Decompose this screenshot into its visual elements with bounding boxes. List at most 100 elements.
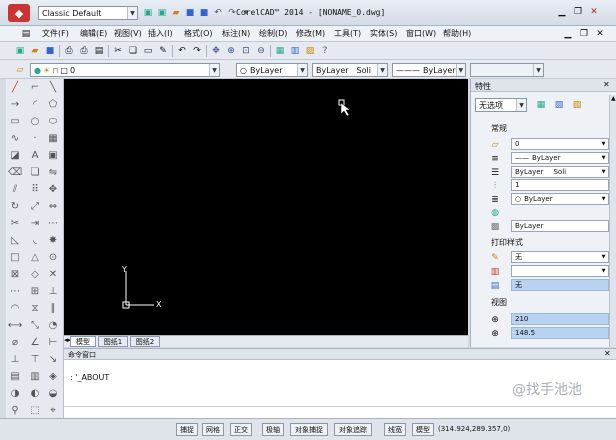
tb-design-center-icon[interactable]: ▥ [289, 45, 301, 57]
dim-linear-icon[interactable]: ⟷ [8, 319, 22, 333]
select-objects-icon[interactable]: ▧ [553, 99, 565, 111]
menu-insert[interactable]: 插入(I) [148, 28, 173, 39]
menu-file[interactable]: 文件(F) [42, 28, 69, 39]
draw-infinite-line-icon[interactable]: ╲ [46, 81, 60, 95]
status-osnap-button[interactable]: 对象捕捉 [290, 423, 328, 436]
status-model-button[interactable]: 模型 [412, 423, 434, 436]
tb-properties-icon[interactable]: ▦ [274, 45, 286, 57]
tab-layout1[interactable]: 图纸1 [98, 336, 128, 347]
status-polar-button[interactable]: 极轴 [262, 423, 284, 436]
tb-pan-icon[interactable]: ✥ [210, 45, 222, 57]
plotstyle-combo[interactable]: ▼ [470, 63, 544, 77]
snap-extension-icon[interactable]: ⋯ [8, 285, 22, 299]
status-grid-button[interactable]: 网格 [202, 423, 224, 436]
chevron-down-icon[interactable]: ▼ [599, 268, 608, 274]
prop-color[interactable]: —— ByLayer ▼ [511, 152, 609, 164]
render-icon[interactable]: ◑ [8, 387, 22, 401]
prop-linetype[interactable]: ByLayer Soli ▼ [511, 166, 609, 178]
status-lineweight-button[interactable]: 线宽 [384, 423, 406, 436]
modify-copy-icon[interactable]: ❏ [28, 166, 42, 180]
snap-midpoint-icon[interactable]: △ [28, 251, 42, 265]
layer-lock-icon[interactable]: ⊓ [52, 66, 58, 75]
draw-rectangle-icon[interactable]: ▭ [8, 115, 22, 129]
draw-arc-icon[interactable]: ◜ [28, 98, 42, 112]
draw-block-icon[interactable]: ▣ [46, 149, 60, 163]
menu-solids[interactable]: 实体(S) [370, 28, 397, 39]
dim-diameter-icon[interactable]: ⌀ [8, 336, 22, 350]
snap-parallel-icon[interactable]: ∥ [46, 302, 60, 316]
view-front-icon[interactable]: ▥ [28, 370, 42, 384]
modify-trim-icon[interactable]: ✂ [8, 217, 22, 231]
tb-paste-icon[interactable]: ▭ [142, 45, 154, 57]
properties-scrollbar[interactable]: ▲ [609, 95, 616, 347]
prop-view-y[interactable]: 148.5 [511, 327, 609, 339]
tb-match-properties-icon[interactable]: ✎ [157, 45, 169, 57]
modify-array-icon[interactable]: ⠿ [28, 183, 42, 197]
prop-transparency[interactable]: ByLayer [511, 220, 609, 232]
prop-plot-table[interactable]: ▼ [511, 265, 609, 277]
restore-icon[interactable]: ❐ [572, 6, 584, 18]
new-template-icon[interactable]: ▣ [156, 7, 168, 19]
menu-window[interactable]: 窗口(W) [406, 28, 436, 39]
save-icon[interactable]: ■ [184, 7, 196, 19]
dim-ordinate-icon[interactable]: ⊢ [46, 336, 60, 350]
new-icon[interactable]: ▣ [142, 7, 154, 19]
undo-icon[interactable]: ↶ [212, 7, 224, 19]
layer-combo[interactable]: ● ☀ ⊓ □ 0 ▼ [30, 63, 220, 77]
chevron-down-icon[interactable]: ▼ [599, 254, 608, 260]
tb-help-icon[interactable]: ? [319, 45, 331, 57]
modify-stretch-icon[interactable]: ⇔ [46, 200, 60, 214]
chevron-down-icon[interactable]: ▼ [127, 7, 137, 19]
modify-extend-icon[interactable]: ⇥ [28, 217, 42, 231]
prop-view-x[interactable]: 210 [511, 313, 609, 325]
dim-continue-icon[interactable]: ⊤ [28, 353, 42, 367]
snap-nearest-icon[interactable]: ⧖ [28, 302, 42, 316]
tb-print-icon[interactable]: ⎙ [63, 45, 75, 57]
status-otrack-button[interactable]: 对象追踪 [334, 423, 372, 436]
modify-scale-icon[interactable]: ⤢ [28, 200, 42, 214]
modify-offset-icon[interactable]: ⫽ [8, 183, 22, 197]
draw-line-icon[interactable]: ╱ [8, 81, 22, 95]
tab-model[interactable]: 模型 [70, 336, 96, 347]
chevron-down-icon[interactable]: ▼ [599, 169, 608, 175]
draw-polygon-icon[interactable]: ⬠ [46, 98, 60, 112]
layer-freeze-icon[interactable]: ☀ [43, 66, 50, 75]
snap-endpoint-icon[interactable]: □ [8, 251, 22, 265]
save-as-icon[interactable]: ■ [198, 7, 210, 19]
chevron-down-icon[interactable]: ▼ [599, 155, 608, 161]
tb-copy-icon[interactable]: ❏ [127, 45, 139, 57]
doc-restore-icon[interactable]: ❐ [578, 28, 590, 40]
tb-cut-icon[interactable]: ✂ [112, 45, 124, 57]
prop-layer[interactable]: 0 ▼ [511, 138, 609, 150]
drawing-canvas[interactable]: Y X [64, 79, 468, 335]
draw-hatch-icon[interactable]: ▦ [46, 132, 60, 146]
modify-explode-icon[interactable]: ✸ [46, 234, 60, 248]
modify-chamfer-icon[interactable]: ◺ [8, 234, 22, 248]
chevron-down-icon[interactable]: ▼ [297, 64, 307, 76]
chevron-down-icon[interactable]: ▼ [516, 99, 526, 111]
hide-icon[interactable]: ◒ [46, 387, 60, 401]
draw-spline-icon[interactable]: ∿ [8, 132, 22, 146]
layer-on-icon[interactable]: ● [34, 66, 41, 75]
tb-open-icon[interactable]: ▰ [29, 45, 41, 57]
tb-zoom-realtime-icon[interactable]: ⊕ [225, 45, 237, 57]
menu-tools[interactable]: 工具(T) [334, 28, 361, 39]
draw-ray-icon[interactable]: → [8, 98, 22, 112]
tab-layout2[interactable]: 图纸2 [130, 336, 160, 347]
draw-ellipse-icon[interactable]: ⬭ [46, 115, 60, 129]
snap-intersection-icon[interactable]: ✕ [46, 268, 60, 282]
snap-center-icon[interactable]: ⊙ [46, 251, 60, 265]
modify-mirror-icon[interactable]: ⇋ [46, 166, 60, 180]
chevron-down-icon[interactable]: ▼ [455, 64, 465, 76]
doc-menu-icon[interactable]: ▤ [20, 28, 32, 40]
command-close-icon[interactable]: ✕ [604, 349, 611, 358]
chevron-down-icon[interactable]: ▼ [209, 64, 219, 76]
color-combo[interactable]: ○ ByLayer ▼ [236, 63, 308, 77]
workspace-combo[interactable]: Classic Default ▼ [38, 6, 138, 20]
prop-lineweight[interactable]: ○ ByLayer ▼ [511, 193, 609, 205]
layer-manager-icon[interactable]: ▱ [14, 64, 26, 76]
tb-zoom-previous-icon[interactable]: ⊖ [255, 45, 267, 57]
app-logo-icon[interactable]: ◆ [8, 4, 30, 22]
dim-leader-icon[interactable]: ↘ [46, 353, 60, 367]
menu-edit[interactable]: 编辑(E) [80, 28, 107, 39]
